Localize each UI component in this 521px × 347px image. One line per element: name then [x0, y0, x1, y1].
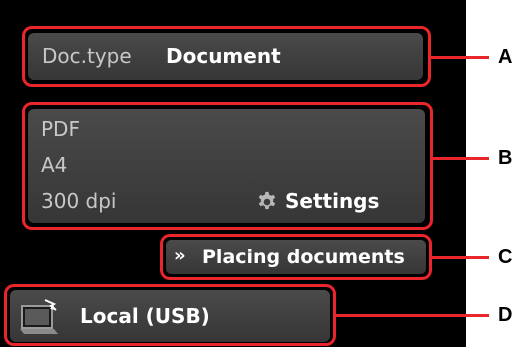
callout-d: D: [498, 304, 513, 326]
leader-line-c: [432, 256, 489, 259]
callout-a: A: [498, 46, 513, 68]
highlight-frame-c: [160, 234, 432, 280]
callout-c: C: [498, 246, 513, 268]
highlight-frame-b: [22, 102, 433, 230]
highlight-frame-d: [4, 284, 336, 346]
highlight-frame-a: [22, 26, 431, 87]
leader-line-b: [433, 157, 489, 160]
leader-line-a: [431, 56, 489, 59]
leader-line-d: [336, 314, 489, 317]
callout-b: B: [498, 147, 513, 169]
